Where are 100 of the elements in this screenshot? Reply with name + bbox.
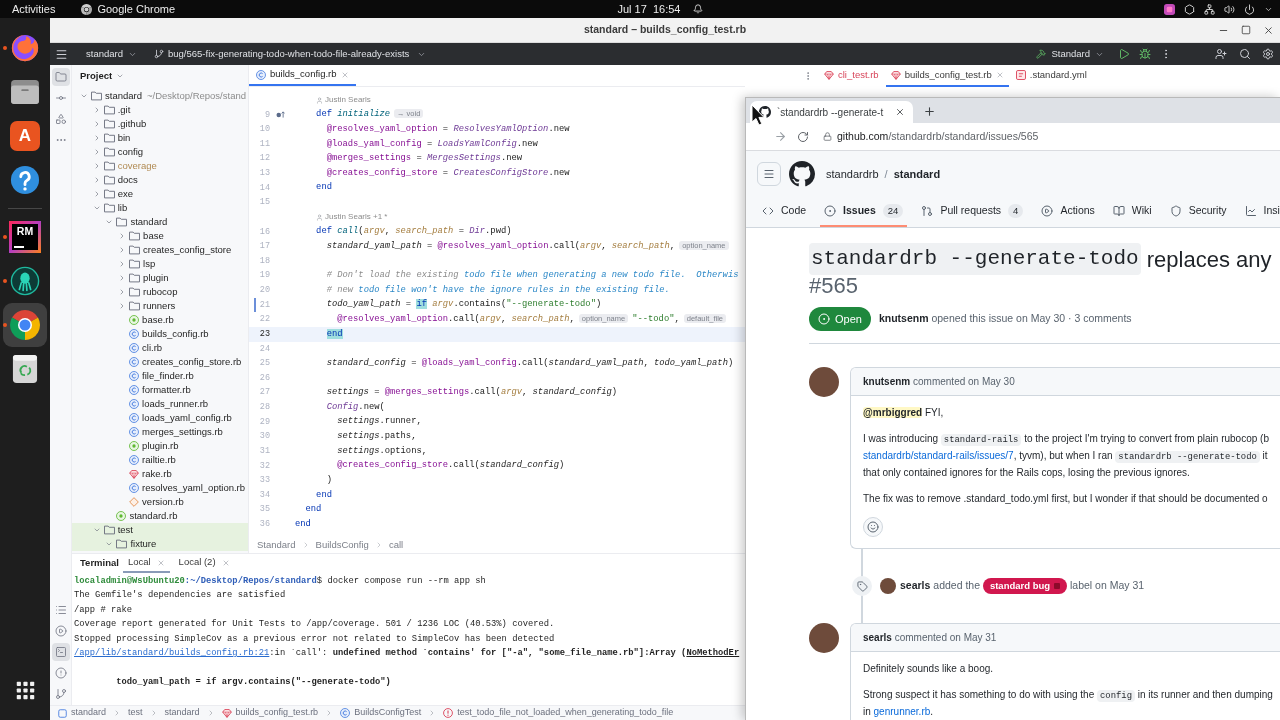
play-icon[interactable]	[1118, 48, 1130, 60]
editor-tab[interactable]: builds_config_test.rb	[885, 65, 1009, 87]
change-marker[interactable]	[254, 297, 256, 313]
repo-link[interactable]: standard	[893, 165, 941, 183]
link[interactable]: standardrb/standard-rails/issues/7	[863, 450, 1014, 461]
tree-item[interactable]: loads_yaml_config.rb	[118, 411, 232, 425]
tool-window-button[interactable]	[51, 642, 70, 661]
breadcrumb-item[interactable]: BuildsConfig	[315, 537, 369, 553]
tree-item[interactable]: standard ~/Desktop/Repos/stand	[80, 89, 246, 103]
label-link[interactable]: standard bug	[982, 578, 1068, 594]
tree-item[interactable]: builds_config.rb	[118, 327, 209, 341]
volume-icon[interactable]	[1224, 3, 1235, 15]
run-config-widget[interactable]: Standard	[1036, 46, 1104, 62]
cat-logo-icon[interactable]	[789, 161, 815, 187]
tree-item[interactable]: standard.rb	[105, 509, 178, 523]
menu-button[interactable]	[757, 162, 781, 186]
dock-item[interactable]: RM	[3, 215, 47, 259]
breadcrumb-item[interactable]: standard	[58, 706, 107, 720]
tool-window-button[interactable]	[51, 67, 70, 86]
view-selector[interactable]: Project	[80, 68, 125, 84]
tree-item[interactable]: resolves_yaml_option.rb	[118, 481, 246, 495]
app-menu[interactable]: Google Chrome	[81, 0, 176, 18]
search-icon[interactable]	[1239, 48, 1251, 60]
tree-item[interactable]: runners	[118, 299, 176, 313]
notification-icon[interactable]	[692, 4, 703, 14]
avatar[interactable]	[809, 367, 839, 397]
power-icon[interactable]	[1244, 3, 1255, 15]
breadcrumb-item[interactable]: Standard	[257, 537, 296, 553]
tree-item[interactable]: creates_config_store	[118, 243, 232, 257]
breadcrumb-item[interactable]: test	[128, 706, 143, 720]
editor-tab[interactable]: builds_config.rb	[249, 65, 356, 86]
breadcrumb-item[interactable]: standard	[164, 706, 200, 720]
browser-tab[interactable]: `standardrb --generate-t	[750, 101, 913, 123]
tree-item[interactable]: .git	[92, 103, 131, 117]
tree-item[interactable]: file_finder.rb	[118, 369, 194, 383]
project-widget[interactable]: standard	[86, 46, 137, 62]
bug-icon[interactable]	[1139, 48, 1151, 60]
network-icon[interactable]	[1204, 3, 1215, 15]
tree-item[interactable]: rubocop	[118, 285, 178, 299]
tree-item[interactable]: base	[118, 229, 164, 243]
tree-item[interactable]: bin	[92, 131, 131, 145]
nav-tab[interactable]: Actions	[1037, 197, 1099, 227]
author-link[interactable]: knutsenm	[878, 312, 929, 325]
tree-item[interactable]: lib	[92, 201, 128, 215]
nav-tab[interactable]: Insi	[1240, 197, 1280, 227]
override-marker-icon[interactable]	[276, 111, 285, 119]
hexagon-icon[interactable]	[1184, 3, 1195, 15]
avatar[interactable]	[809, 623, 839, 653]
tree-item[interactable]: loads_runner.rb	[118, 397, 209, 411]
editor-tab[interactable]: cli_test.rb	[819, 65, 884, 87]
mention-link[interactable]: @mrbiggred	[863, 407, 923, 418]
tree-item[interactable]: rake.rb	[118, 467, 172, 481]
tray-app-icon[interactable]	[1164, 3, 1175, 15]
reload-icon[interactable]	[797, 130, 809, 143]
activities-button[interactable]: Activities	[12, 0, 56, 18]
terminal-tab[interactable]: Local	[122, 554, 170, 573]
tree-item[interactable]: exe	[92, 187, 133, 201]
breadcrumb-item[interactable]: builds_config_test.rb	[221, 706, 319, 720]
terminal-tab[interactable]: Local (2)	[173, 554, 235, 573]
nav-tab[interactable]: Code	[758, 197, 811, 227]
nav-tab[interactable]: Security	[1165, 197, 1231, 227]
add-reaction-button[interactable]	[863, 517, 883, 537]
author-annotation[interactable]: Justin Searls	[325, 94, 371, 107]
owner-link[interactable]: standardrb	[826, 165, 879, 183]
tree-item[interactable]: fixture	[72, 537, 248, 551]
dock-item[interactable]	[3, 303, 47, 347]
nav-tab[interactable]: Pull requests 4	[917, 197, 1028, 227]
close-icon[interactable]	[895, 107, 905, 117]
breadcrumb-item[interactable]: BuildsConfigTest	[340, 706, 422, 720]
author-link[interactable]: searls	[863, 632, 892, 643]
branch-widget[interactable]: bug/565-fix-generating-todo-when-todo-file-already-exists	[154, 46, 427, 62]
new-tab-icon[interactable]	[923, 105, 936, 118]
tree-item[interactable]: creates_config_store.rb	[118, 355, 242, 369]
forward-icon[interactable]	[774, 130, 787, 143]
tree-item[interactable]: config	[92, 145, 144, 159]
close-icon[interactable]	[1263, 24, 1274, 36]
dock-item[interactable]: A	[3, 114, 47, 158]
tree-item[interactable]: lsp	[118, 257, 156, 271]
menu-icon[interactable]	[55, 47, 68, 61]
editor-tab[interactable]: .standard.yml	[1010, 65, 1092, 87]
tree-item[interactable]: cli.rb	[118, 341, 163, 355]
author-link[interactable]: searls	[900, 578, 931, 594]
breadcrumb-item[interactable]: call	[388, 537, 404, 553]
avatar[interactable]	[880, 578, 896, 594]
tree-item[interactable]: base.rb	[118, 313, 174, 327]
nav-tab[interactable]: Issues 24	[820, 197, 908, 227]
maximize-icon[interactable]	[1241, 25, 1251, 35]
add-user-icon[interactable]	[1215, 48, 1227, 60]
tree-item[interactable]: plugin	[118, 271, 169, 285]
breadcrumb-item[interactable]: test_todo_file_not_loaded_when_generating_todo_file	[443, 706, 674, 720]
tree-item[interactable]: .github	[92, 117, 147, 131]
tree-item[interactable]: railtie.rb	[118, 453, 176, 467]
tree-item[interactable]: merges_settings.rb	[118, 425, 223, 439]
author-link[interactable]: knutsenm	[863, 376, 911, 387]
tree-item[interactable]: test	[72, 523, 248, 537]
tree-item[interactable]: version.rb	[118, 495, 184, 509]
settings-icon[interactable]	[1262, 48, 1274, 60]
tree-item[interactable]: plugin.rb	[118, 439, 179, 453]
tree-item[interactable]: standard	[105, 215, 168, 229]
nav-tab[interactable]: Wiki	[1108, 197, 1156, 227]
